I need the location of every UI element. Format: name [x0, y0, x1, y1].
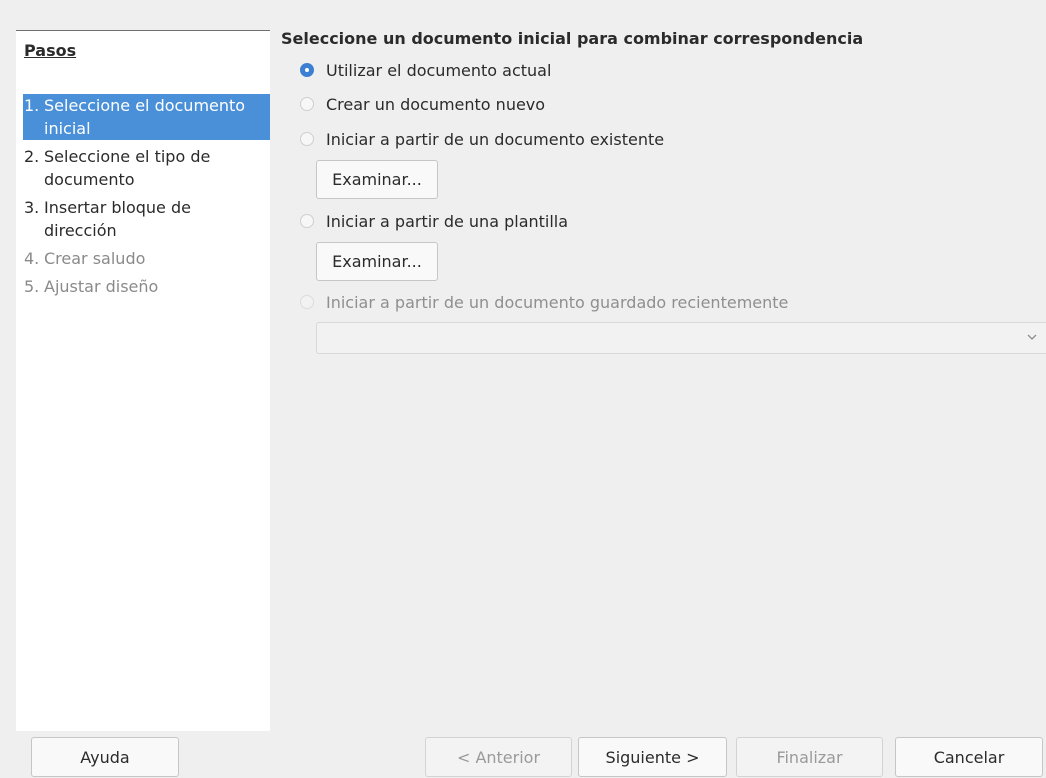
- radio-button[interactable]: [300, 97, 314, 111]
- step-number: 1.: [24, 96, 40, 115]
- help-button[interactable]: Ayuda: [31, 737, 179, 777]
- chevron-down-icon: [1027, 334, 1037, 340]
- step-label: Ajustar diseño: [44, 277, 159, 296]
- step-label: Seleccione el documento inicial: [44, 96, 246, 138]
- radio-button[interactable]: [300, 214, 314, 228]
- browse-existing-button[interactable]: Examinar...: [316, 160, 438, 199]
- steps-list: 1. Seleccione el documento inicial 2. Se…: [23, 94, 270, 303]
- option-current-document[interactable]: Utilizar el documento actual: [300, 58, 551, 82]
- step-number: 5.: [24, 277, 40, 296]
- option-label: Iniciar a partir de una plantilla: [326, 211, 569, 231]
- previous-button: < Anterior: [425, 737, 572, 777]
- step-5: 5. Ajustar diseño: [23, 275, 270, 298]
- step-1[interactable]: 1. Seleccione el documento inicial: [23, 94, 270, 140]
- steps-panel: Pasos 1. Seleccione el documento inicial…: [16, 30, 270, 731]
- option-template[interactable]: Iniciar a partir de una plantilla: [300, 209, 568, 233]
- step-3[interactable]: 3. Insertar bloque de dirección: [23, 196, 270, 242]
- step-label: Seleccione el tipo de documento: [44, 147, 211, 189]
- step-4: 4. Crear saludo: [23, 247, 270, 270]
- option-label: Crear un documento nuevo: [326, 94, 546, 114]
- step-label: Crear saludo: [44, 249, 146, 268]
- radio-button[interactable]: [300, 63, 314, 77]
- next-button[interactable]: Siguiente >: [578, 737, 727, 777]
- step-2[interactable]: 2. Seleccione el tipo de documento: [23, 145, 270, 191]
- option-label: Iniciar a partir de un documento guardad…: [326, 292, 789, 312]
- cancel-button[interactable]: Cancelar: [895, 737, 1043, 777]
- main-content: Seleccione un documento inicial para com…: [281, 0, 1046, 730]
- finish-button: Finalizar: [736, 737, 883, 777]
- browse-template-button[interactable]: Examinar...: [316, 242, 438, 281]
- step-label: Insertar bloque de dirección: [44, 198, 191, 240]
- step-number: 4.: [24, 249, 40, 268]
- step-number: 3.: [24, 198, 40, 217]
- radio-button: [300, 295, 314, 309]
- steps-title: Pasos: [24, 41, 77, 60]
- radio-button[interactable]: [300, 132, 314, 146]
- step-number: 2.: [24, 147, 40, 166]
- recent-documents-combo: [316, 322, 1046, 354]
- option-label: Utilizar el documento actual: [326, 60, 552, 80]
- option-recent-document: Iniciar a partir de un documento guardad…: [300, 290, 788, 314]
- option-label: Iniciar a partir de un documento existen…: [326, 129, 665, 149]
- option-new-document[interactable]: Crear un documento nuevo: [300, 92, 545, 116]
- page-heading: Seleccione un documento inicial para com…: [281, 29, 864, 48]
- option-existing-document[interactable]: Iniciar a partir de un documento existen…: [300, 127, 664, 151]
